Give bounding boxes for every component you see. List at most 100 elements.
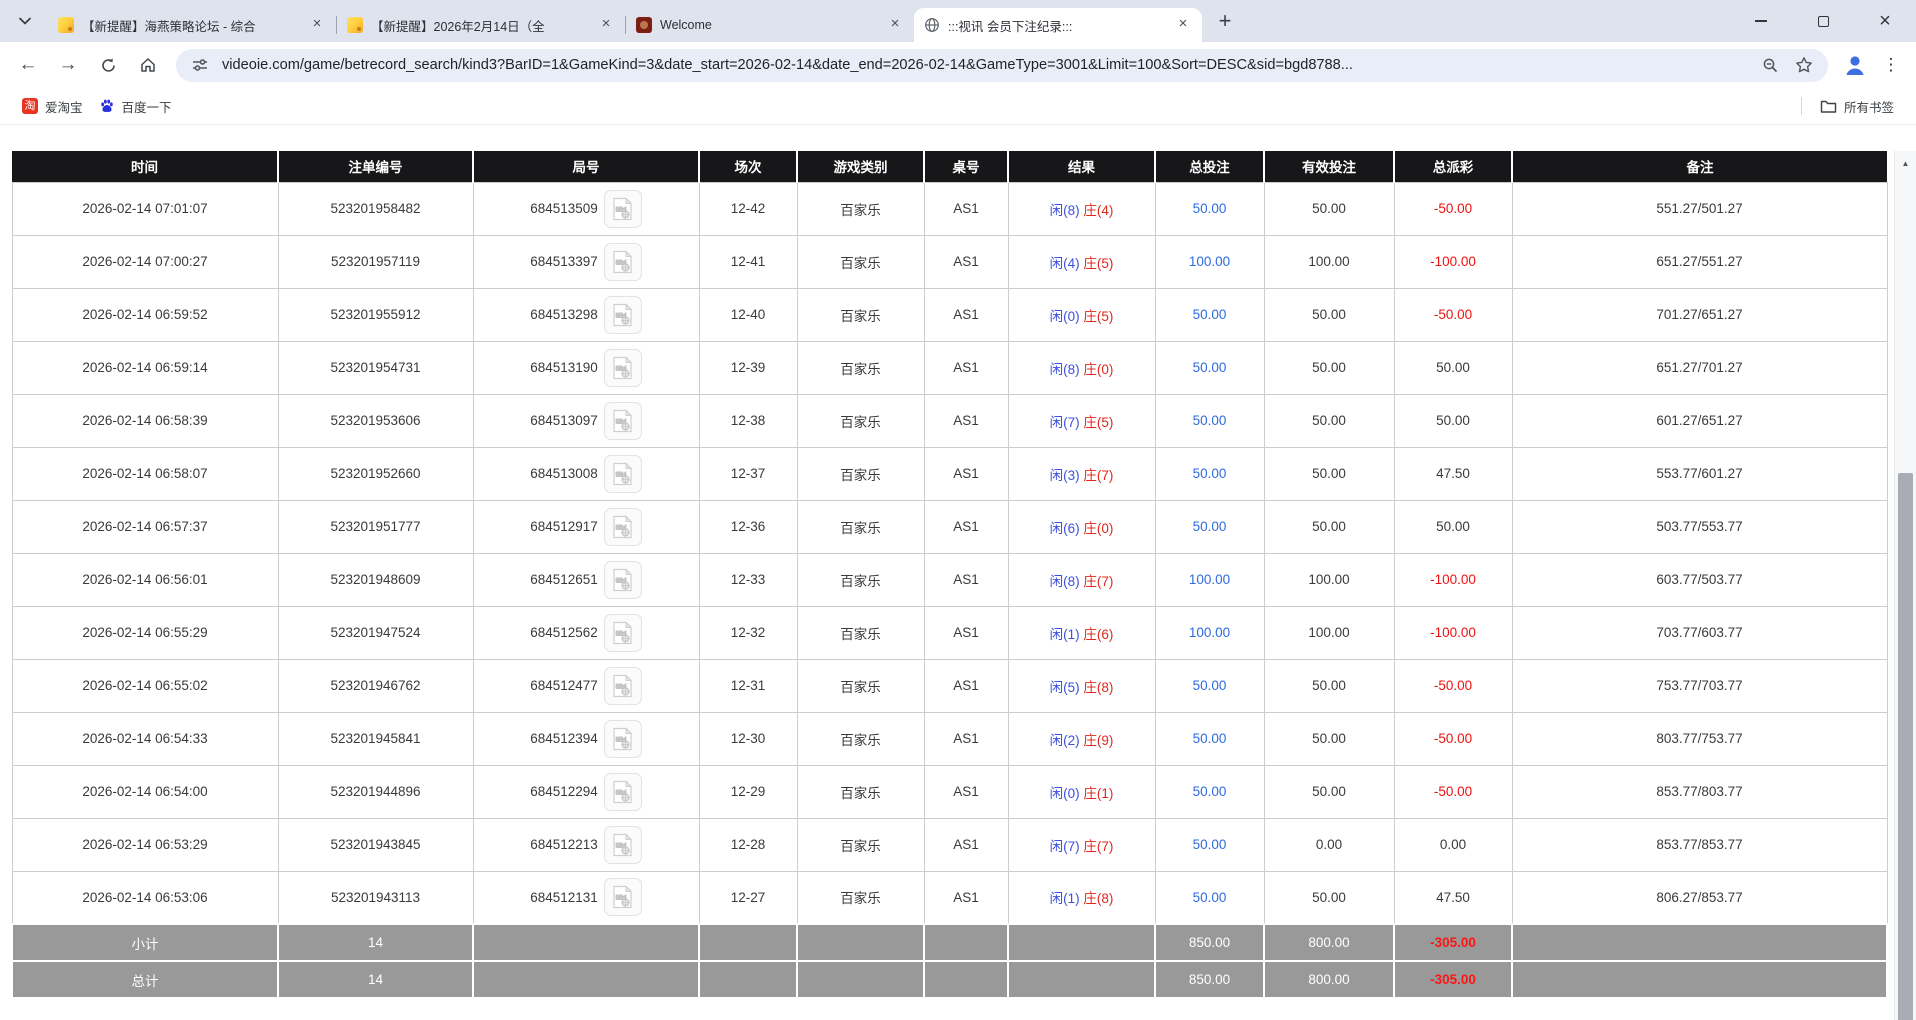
result-player: 闲(4) bbox=[1050, 256, 1080, 271]
total-bet-link[interactable]: 50.00 bbox=[1193, 837, 1227, 852]
bet-row: 2026-02-14 06:54:33523201945841684512394… bbox=[12, 712, 1887, 765]
total-bet-link[interactable]: 50.00 bbox=[1193, 413, 1227, 428]
cell-valid-bet: 100.00 bbox=[1264, 606, 1394, 659]
round-number: 684512131 bbox=[530, 890, 598, 905]
result-player: 闲(2) bbox=[1050, 733, 1080, 748]
tab-welcome[interactable]: Welcome × bbox=[626, 8, 914, 42]
tab-search-chevron-icon[interactable] bbox=[8, 4, 42, 38]
address-bar[interactable]: videoie.com/game/betrecord_search/kind3?… bbox=[176, 49, 1828, 82]
cell-remark: 853.77/803.77 bbox=[1512, 765, 1887, 818]
new-tab-button[interactable]: + bbox=[1210, 6, 1240, 36]
video-replay-button[interactable] bbox=[604, 878, 642, 916]
result-banker: 庄(4) bbox=[1083, 203, 1113, 218]
cell-game-type: 百家乐 bbox=[797, 500, 924, 553]
result-banker: 庄(6) bbox=[1083, 627, 1113, 642]
cell-session: 12-42 bbox=[699, 182, 797, 235]
url-text[interactable]: videoie.com/game/betrecord_search/kind3?… bbox=[222, 57, 1748, 73]
result-player: 闲(8) bbox=[1050, 203, 1080, 218]
total-bet-link[interactable]: 50.00 bbox=[1193, 466, 1227, 481]
cell-table-no: AS1 bbox=[924, 500, 1008, 553]
cell-game-type: 百家乐 bbox=[797, 182, 924, 235]
video-replay-button[interactable] bbox=[604, 508, 642, 546]
tab-close-icon[interactable]: × bbox=[1174, 16, 1192, 34]
video-replay-button[interactable] bbox=[604, 826, 642, 864]
scrollbar-thumb[interactable] bbox=[1898, 473, 1913, 1020]
tab-bet-records-active[interactable]: :::视讯 会员下注纪录::: × bbox=[914, 8, 1202, 42]
site-settings-icon[interactable] bbox=[188, 53, 212, 77]
video-replay-button[interactable] bbox=[604, 667, 642, 705]
cell-result: 闲(6) 庄(0) bbox=[1008, 500, 1155, 553]
cell-session: 12-36 bbox=[699, 500, 797, 553]
summary-row: 小计14850.00800.00-305.00 bbox=[12, 924, 1887, 961]
forum-favicon-icon bbox=[58, 17, 74, 33]
bet-row: 2026-02-14 06:56:01523201948609684512651… bbox=[12, 553, 1887, 606]
tab-forum-1[interactable]: 【新提醒】海燕策略论坛 - 综合 × bbox=[48, 8, 336, 42]
total-bet-link[interactable]: 50.00 bbox=[1193, 731, 1227, 746]
total-bet-link[interactable]: 100.00 bbox=[1189, 572, 1230, 587]
forward-button[interactable]: → bbox=[50, 47, 86, 83]
tab-forum-2[interactable]: 【新提醒】2026年2月14日（全 × bbox=[337, 8, 625, 42]
close-button[interactable]: × bbox=[1854, 0, 1916, 42]
video-replay-button[interactable] bbox=[604, 773, 642, 811]
video-replay-button[interactable] bbox=[604, 190, 642, 228]
all-bookmarks-button[interactable]: 所有书签 bbox=[1812, 93, 1902, 120]
bet-row: 2026-02-14 06:53:06523201943113684512131… bbox=[12, 871, 1887, 924]
cell-payout: 50.00 bbox=[1394, 394, 1512, 447]
result-player: 闲(7) bbox=[1050, 839, 1080, 854]
cell-bet-no: 523201947524 bbox=[278, 606, 473, 659]
total-bet-link[interactable]: 100.00 bbox=[1189, 254, 1230, 269]
tab-close-icon[interactable]: × bbox=[886, 16, 904, 34]
cell-time: 2026-02-14 06:56:01 bbox=[12, 553, 278, 606]
summary-valid-bet: 800.00 bbox=[1264, 961, 1394, 998]
total-bet-link[interactable]: 50.00 bbox=[1193, 784, 1227, 799]
video-replay-button[interactable] bbox=[604, 243, 642, 281]
bookmark-taobao[interactable]: 淘 爱淘宝 bbox=[14, 93, 91, 120]
total-bet-link[interactable]: 50.00 bbox=[1193, 307, 1227, 322]
summary-empty bbox=[797, 924, 924, 961]
zoom-icon[interactable] bbox=[1758, 53, 1782, 77]
cell-payout: -50.00 bbox=[1394, 765, 1512, 818]
cell-remark: 853.77/853.77 bbox=[1512, 818, 1887, 871]
video-replay-button[interactable] bbox=[604, 561, 642, 599]
page-scrollbar[interactable]: ▲ ▼ bbox=[1894, 151, 1916, 1020]
video-replay-button[interactable] bbox=[604, 296, 642, 334]
cell-payout: -100.00 bbox=[1394, 606, 1512, 659]
scrollbar-up-arrow[interactable]: ▲ bbox=[1895, 153, 1916, 173]
cell-result: 闲(3) 庄(7) bbox=[1008, 447, 1155, 500]
bet-row: 2026-02-14 06:53:29523201943845684512213… bbox=[12, 818, 1887, 871]
total-bet-link[interactable]: 50.00 bbox=[1193, 360, 1227, 375]
cell-time: 2026-02-14 06:55:29 bbox=[12, 606, 278, 659]
kebab-menu-icon[interactable]: ⋮ bbox=[1876, 48, 1906, 82]
total-bet-link[interactable]: 50.00 bbox=[1193, 519, 1227, 534]
bookmark-baidu[interactable]: 百度一下 bbox=[91, 93, 180, 120]
taobao-icon: 淘 bbox=[22, 98, 38, 114]
video-replay-button[interactable] bbox=[604, 720, 642, 758]
cell-game-type: 百家乐 bbox=[797, 712, 924, 765]
reload-button[interactable] bbox=[90, 47, 126, 83]
maximize-button[interactable] bbox=[1792, 0, 1854, 42]
total-bet-link[interactable]: 50.00 bbox=[1193, 890, 1227, 905]
total-bet-link[interactable]: 50.00 bbox=[1193, 201, 1227, 216]
total-bet-link[interactable]: 50.00 bbox=[1193, 678, 1227, 693]
video-replay-button[interactable] bbox=[604, 455, 642, 493]
video-replay-button[interactable] bbox=[604, 402, 642, 440]
result-player: 闲(0) bbox=[1050, 786, 1080, 801]
profile-avatar[interactable] bbox=[1838, 48, 1872, 82]
cell-table-no: AS1 bbox=[924, 394, 1008, 447]
video-replay-button[interactable] bbox=[604, 614, 642, 652]
cell-remark: 803.77/753.77 bbox=[1512, 712, 1887, 765]
back-button[interactable]: ← bbox=[10, 47, 46, 83]
cell-total-bet: 100.00 bbox=[1155, 235, 1264, 288]
round-number: 684512294 bbox=[530, 784, 598, 799]
bookmark-star-icon[interactable] bbox=[1792, 53, 1816, 77]
total-bet-link[interactable]: 100.00 bbox=[1189, 625, 1230, 640]
tab-close-icon[interactable]: × bbox=[597, 16, 615, 34]
tab-close-icon[interactable]: × bbox=[308, 16, 326, 34]
minimize-button[interactable] bbox=[1730, 0, 1792, 42]
home-button[interactable] bbox=[130, 47, 166, 83]
cell-total-bet: 50.00 bbox=[1155, 659, 1264, 712]
summary-empty bbox=[924, 924, 1008, 961]
result-player: 闲(5) bbox=[1050, 680, 1080, 695]
summary-label: 小计 bbox=[12, 924, 278, 961]
video-replay-button[interactable] bbox=[604, 349, 642, 387]
